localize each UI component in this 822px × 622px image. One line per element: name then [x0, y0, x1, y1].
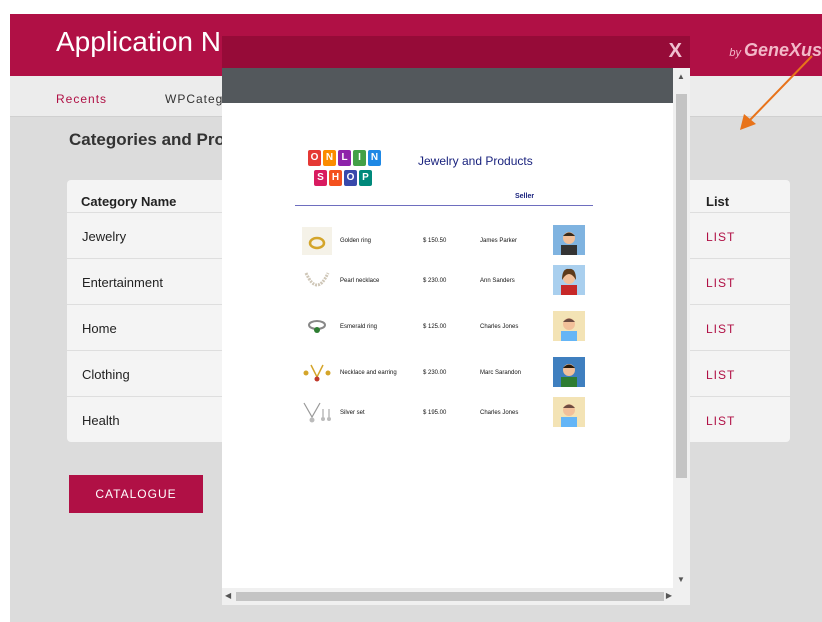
esmerald-ring-icon [308, 320, 326, 333]
product-row: Pearl necklace $ 230.00 Ann Sanders [0, 263, 822, 303]
product-name: Esmerald ring [340, 324, 378, 330]
seller-avatar-icon [553, 357, 585, 387]
column-header-list: List [706, 194, 730, 209]
necklace-earring-icon [303, 364, 331, 382]
product-seller: Ann Sanders [480, 278, 515, 284]
report-divider [295, 205, 593, 206]
brand-by: by [729, 47, 741, 59]
product-price: $ 150.50 [423, 238, 447, 244]
modal-toolbar [222, 68, 673, 103]
product-row: Esmerald ring $ 125.00 Charles Jones [0, 309, 822, 349]
product-name: Silver set [340, 410, 365, 416]
product-seller: Charles Jones [480, 410, 519, 416]
scroll-up-icon[interactable]: ▲ [677, 72, 685, 81]
product-row: Golden ring $ 150.50 James Parker [0, 223, 822, 263]
scroll-down-icon[interactable]: ▼ [677, 575, 685, 584]
product-price: $ 125.00 [423, 324, 447, 330]
pearl-necklace-icon [304, 272, 330, 287]
product-seller: Charles Jones [480, 324, 519, 330]
product-price: $ 195.00 [423, 410, 447, 416]
product-price: $ 230.00 [423, 278, 447, 284]
close-icon[interactable]: X [669, 40, 682, 63]
seller-avatar-icon [553, 311, 585, 341]
product-name: Golden ring [340, 238, 372, 244]
product-name: Necklace and earring [340, 370, 397, 376]
seller-avatar-icon [553, 225, 585, 255]
brand-name: GeneXus [743, 40, 822, 60]
horizontal-scroll-thumb[interactable] [236, 592, 664, 601]
product-row: Silver set $ 195.00 Charles Jones [0, 395, 822, 435]
silver-set-icon [303, 402, 331, 423]
modal-header: X [222, 36, 690, 68]
product-name: Pearl necklace [340, 278, 380, 284]
golden-ring-icon [302, 227, 332, 255]
product-seller: Marc Sarandon [480, 370, 522, 376]
product-row: Necklace and earring $ 230.00 Marc Saran… [0, 355, 822, 395]
product-price: $ 230.00 [423, 370, 447, 376]
seller-avatar-icon [553, 397, 585, 427]
product-seller: James Parker [480, 238, 518, 244]
scroll-left-icon[interactable]: ◀ [225, 591, 231, 600]
menu-item-recents[interactable]: Recents [56, 92, 107, 106]
catalogue-button[interactable]: CATALOGUE [69, 475, 203, 513]
seller-column-header: Seller [515, 193, 535, 200]
scroll-right-icon[interactable]: ▶ [666, 591, 672, 600]
brand-logo: by GeneXus [729, 40, 822, 61]
report-title: Jewelry and Products [418, 154, 533, 168]
horizontal-scrollbar[interactable]: ◀ ▶ [222, 588, 690, 605]
page-title: Categories and Pro [69, 130, 225, 149]
seller-avatar-icon [553, 265, 585, 295]
column-header-category-name: Category Name [81, 194, 177, 209]
online-shop-logo: O N L I N S H O P [306, 148, 384, 192]
